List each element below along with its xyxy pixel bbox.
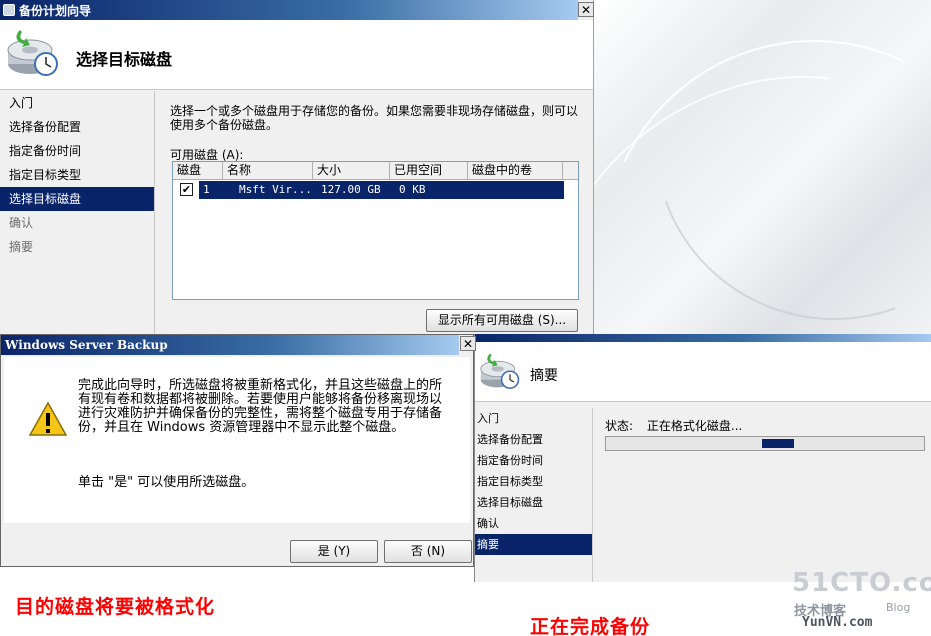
no-button[interactable]: 否 (N) bbox=[384, 540, 472, 563]
description-text: 选择一个或多个磁盘用于存储您的备份。如果您需要非现场存储磁盘，则可以使用多个备份… bbox=[170, 104, 579, 132]
dialog-message: 完成此向导时，所选磁盘将被重新格式化，并且这些磁盘上的所有现有卷和数据都将被删除… bbox=[78, 378, 443, 435]
page-title: 选择目标磁盘 bbox=[76, 50, 173, 69]
nav-item[interactable]: 确认 bbox=[0, 211, 154, 235]
column-header[interactable]: 磁盘 bbox=[173, 162, 223, 179]
nav-item[interactable]: 选择目标磁盘 bbox=[0, 187, 154, 211]
wizard-title: 备份计划向导 bbox=[19, 3, 92, 18]
nav-item[interactable]: 指定目标类型 bbox=[475, 471, 592, 492]
page-title: 摘要 bbox=[530, 368, 558, 384]
disk-list[interactable]: 磁盘 名称 大小 已用空间 磁盘中的卷 1 Msft Vir... 127.00 GB … bbox=[172, 161, 579, 300]
dialog-body: 完成此向导时，所选磁盘将被重新格式化，并且这些磁盘上的所有现有卷和数据都将被删除… bbox=[4, 357, 470, 523]
cell-size: 127.00 GB bbox=[321, 183, 381, 196]
dialog-title: Windows Server Backup bbox=[5, 338, 168, 352]
status-label: 状态: bbox=[605, 419, 634, 433]
nav-item[interactable]: 摘要 bbox=[475, 534, 592, 555]
yes-button[interactable]: 是 (Y) bbox=[290, 540, 378, 563]
nav-item[interactable]: 入门 bbox=[475, 408, 592, 429]
nav-item[interactable]: 指定备份时间 bbox=[0, 139, 154, 163]
column-header[interactable]: 磁盘中的卷 bbox=[468, 162, 563, 179]
backup-disk-icon bbox=[7, 30, 58, 76]
watermark-yunvn: YunVN.com bbox=[802, 615, 873, 630]
nav-item[interactable]: 选择备份配置 bbox=[0, 115, 154, 139]
cell-name: Msft Vir... bbox=[239, 183, 312, 196]
nav-item[interactable]: 指定目标类型 bbox=[0, 163, 154, 187]
disk-list-header: 磁盘 名称 大小 已用空间 磁盘中的卷 bbox=[173, 162, 578, 180]
nav-item[interactable]: 指定备份时间 bbox=[475, 450, 592, 471]
wizard-content: 选择一个或多个磁盘用于存储您的备份。如果您需要非现场存储磁盘，则可以使用多个备份… bbox=[170, 104, 580, 163]
disk-checkbox[interactable]: ✔ bbox=[180, 183, 193, 196]
show-all-disks-button[interactable]: 显示所有可用磁盘 (S)... bbox=[426, 309, 578, 332]
nav-item[interactable]: 确认 bbox=[475, 513, 592, 534]
app-icon bbox=[3, 4, 15, 16]
dialog-question: 单击 "是" 可以使用所选磁盘。 bbox=[78, 475, 255, 490]
watermark: 51CTO.com 技术博客 Blog YunVN.com bbox=[790, 568, 931, 634]
status-value: 正在格式化磁盘... bbox=[646, 419, 743, 433]
close-button[interactable]: ✕ bbox=[578, 2, 594, 17]
caption-right: 正在完成备份 bbox=[530, 616, 651, 636]
wizard2-titlebar[interactable] bbox=[475, 334, 931, 342]
cell-disk: 1 bbox=[203, 183, 210, 196]
wizard-header: 选择目标磁盘 bbox=[0, 20, 593, 90]
cell-volumes bbox=[475, 181, 564, 199]
column-header[interactable]: 已用空间 bbox=[390, 162, 468, 179]
column-header[interactable]: 名称 bbox=[223, 162, 313, 179]
progress-bar bbox=[605, 436, 925, 451]
format-warning-dialog: Windows Server Backup ✕ 完成此向导时，所选磁盘将被重新格… bbox=[0, 334, 476, 567]
nav-item[interactable]: 选择目标磁盘 bbox=[475, 492, 592, 513]
table-row[interactable]: 1 Msft Vir... 127.00 GB 0 KB bbox=[199, 181, 564, 199]
watermark-blog-en: Blog bbox=[886, 601, 911, 614]
wizard2-header: 摘要 bbox=[475, 342, 931, 402]
progress-marquee bbox=[761, 439, 794, 448]
status-line: 状态: 正在格式化磁盘... bbox=[605, 417, 752, 434]
nav-item[interactable]: 入门 bbox=[0, 91, 154, 115]
dialog-close-button[interactable]: ✕ bbox=[460, 336, 476, 351]
wizard-titlebar[interactable]: 备份计划向导 bbox=[0, 0, 578, 20]
desktop-background bbox=[594, 0, 931, 340]
backup-disk-icon bbox=[480, 353, 520, 389]
backup-schedule-wizard: 备份计划向导 ✕ 选择目标磁盘 入门 选择备份配置 指定备份时间 指定目标类型 选择目标… bbox=[0, 0, 594, 340]
watermark-site: 51CTO.com bbox=[792, 568, 931, 598]
cell-used: 0 KB bbox=[399, 183, 426, 196]
column-header[interactable]: 大小 bbox=[313, 162, 390, 179]
warning-icon bbox=[28, 401, 68, 436]
wizard-nav: 入门 选择备份配置 指定备份时间 指定目标类型 选择目标磁盘 确认 摘要 bbox=[0, 91, 155, 340]
caption-left: 目的磁盘将要被格式化 bbox=[15, 596, 216, 618]
backup-wizard-summary: 摘要 入门 选择备份配置 指定备份时间 指定目标类型 选择目标磁盘 确认 摘要 状态: 正在… bbox=[474, 334, 931, 582]
dialog-titlebar[interactable]: Windows Server Backup bbox=[1, 335, 459, 355]
nav-item[interactable]: 摘要 bbox=[0, 235, 154, 259]
wizard2-nav: 入门 选择备份配置 指定备份时间 指定目标类型 选择目标磁盘 确认 摘要 bbox=[475, 408, 593, 582]
nav-item[interactable]: 选择备份配置 bbox=[475, 429, 592, 450]
